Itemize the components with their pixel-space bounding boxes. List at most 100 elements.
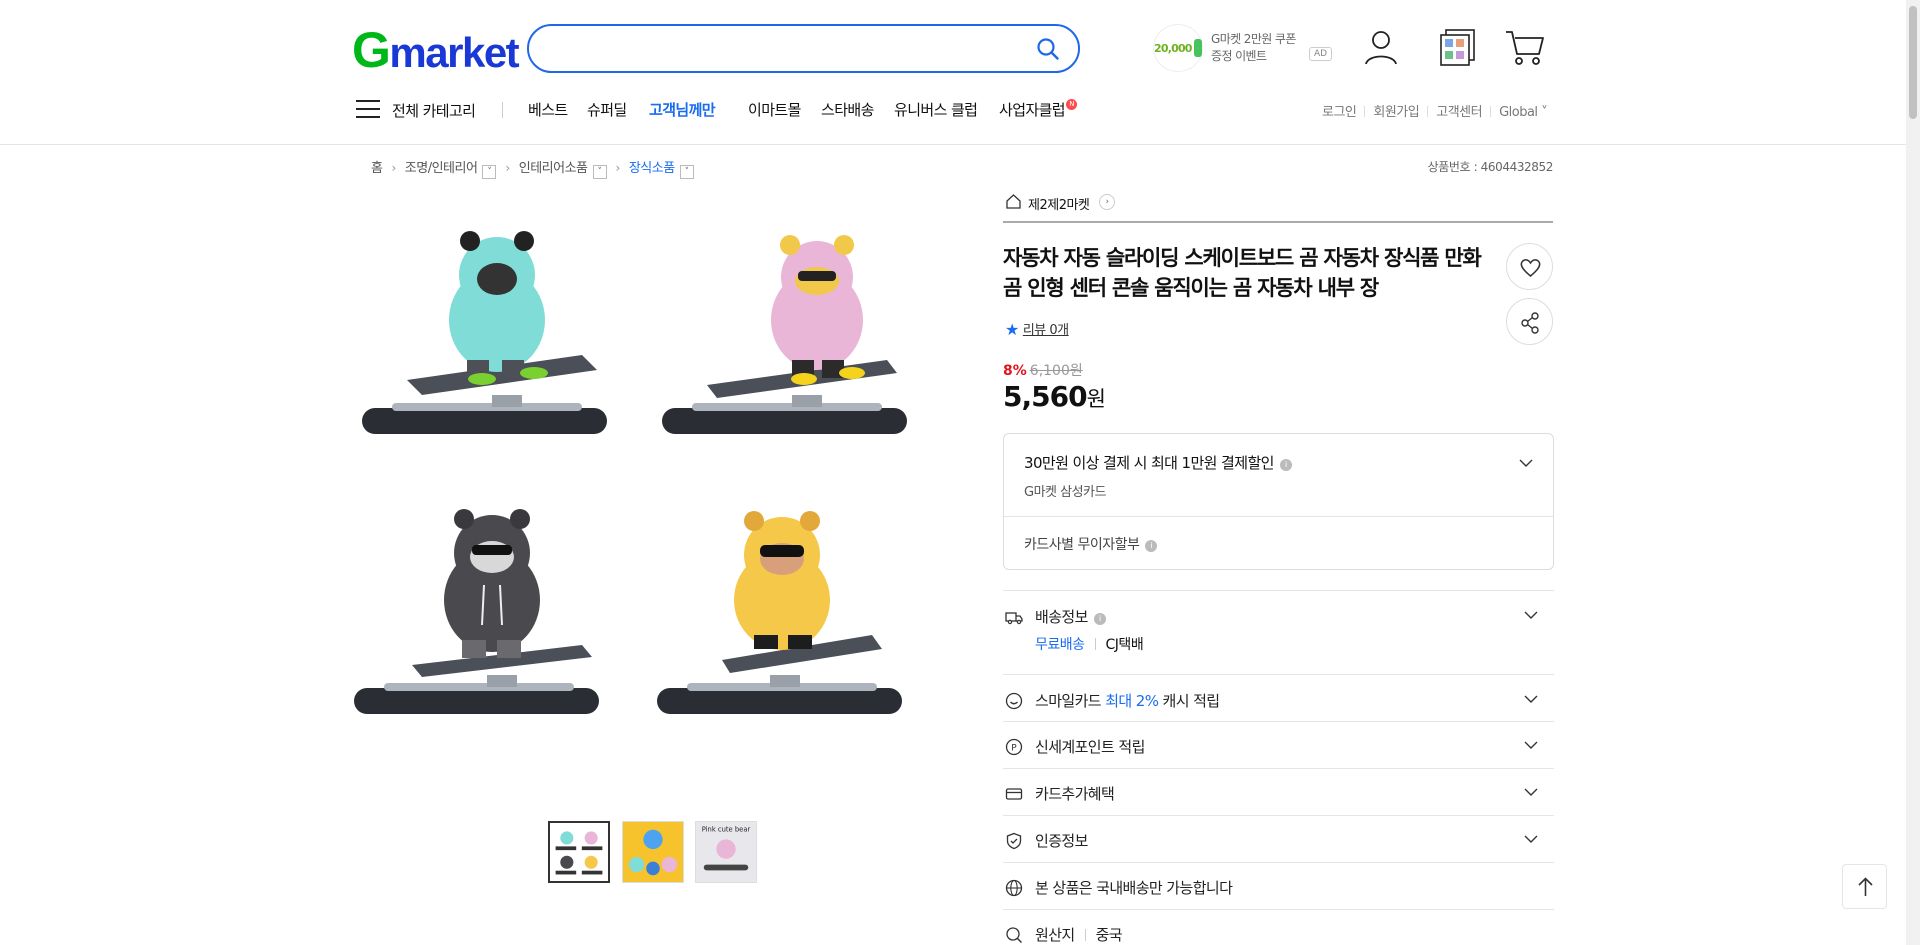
search-bar: [527, 24, 1080, 73]
chevron-down-icon[interactable]: [1519, 456, 1533, 470]
chevron-down-icon[interactable]: [1524, 692, 1538, 706]
chevron-down-icon[interactable]: [1524, 832, 1538, 846]
login-link[interactable]: 로그인: [1322, 105, 1357, 120]
shield-check-icon: [1006, 832, 1022, 850]
site-header: Gmarket 20,000 G마켓 2만원 쿠폰 증정 이벤트 AD 전체 카테…: [0, 0, 1906, 145]
card-discount-box[interactable]: 30만원 이상 결제 시 최대 1만원 결제할인 i G마켓 삼성카드 카드사별 …: [1003, 433, 1554, 570]
thumbnail-3-caption: Pink cute bear: [702, 826, 751, 834]
customer-center-link[interactable]: 고객센터: [1436, 105, 1482, 120]
shipping-label: 배송정보 i: [1035, 606, 1106, 627]
breadcrumb-decor[interactable]: 장식소품: [629, 161, 675, 176]
smile-icon: [1005, 692, 1023, 710]
shop-name: 제2제2마켓: [1028, 198, 1090, 213]
heart-icon: [1520, 259, 1541, 277]
ssg-point-row[interactable]: P 신세계포인트 적립: [1003, 721, 1554, 768]
signup-link[interactable]: 회원가입: [1373, 105, 1419, 120]
card-discount-text: 30만원 이상 결제 시 최대 1만원 결제할인: [1024, 454, 1274, 472]
menu-icon[interactable]: [356, 100, 380, 120]
coupon-pill-icon: [1193, 39, 1202, 57]
page-scrollbar[interactable]: [1906, 0, 1920, 945]
breadcrumb-interior[interactable]: 인테리어소품: [519, 161, 588, 176]
installment-text: 카드사별 무이자할부: [1024, 537, 1140, 553]
wishlist-button[interactable]: [1506, 243, 1553, 290]
original-price: 6,100원: [1029, 363, 1083, 379]
installment-info: 카드사별 무이자할부 i: [1024, 534, 1158, 554]
product-number: 상품번호 : 4604432852: [1427, 160, 1554, 174]
share-icon: [1521, 312, 1539, 334]
smilecard-row[interactable]: 스마일카드 최대 2% 캐시 적립: [1003, 674, 1554, 721]
info-icon[interactable]: i: [1093, 613, 1106, 625]
coupon-amount: 20,000: [1154, 41, 1192, 55]
magnifier-icon: [1006, 927, 1022, 943]
thumbnail-2[interactable]: [622, 821, 684, 883]
share-button[interactable]: [1506, 298, 1553, 345]
gmarket-logo[interactable]: Gmarket: [352, 25, 520, 75]
origin-row: 원산지 중국: [1003, 909, 1554, 945]
card-extra-label: 카드추가혜택: [1035, 785, 1115, 803]
review-link[interactable]: ★ 리뷰 0개: [1005, 319, 1069, 339]
ssg-point-label: 신세계포인트 적립: [1035, 738, 1145, 756]
search-input[interactable]: [549, 36, 1009, 62]
search-icon[interactable]: [1036, 37, 1060, 61]
origin-label-text: 원산지: [1035, 926, 1075, 944]
nav-item-emart[interactable]: 이마트몰: [748, 99, 801, 120]
smilecard-label: 스마일카드 최대 2% 캐시 적립: [1035, 690, 1220, 711]
origin-value: 중국: [1095, 926, 1123, 944]
coupon-banner[interactable]: 20,000 G마켓 2만원 쿠폰 증정 이벤트 AD: [1153, 24, 1333, 72]
thumbnail-1[interactable]: [548, 821, 610, 883]
nav-item-superdeal[interactable]: 슈퍼딜: [587, 99, 627, 120]
review-count: 리뷰 0개: [1022, 323, 1069, 338]
sale-price: 5,560원: [1003, 380, 1106, 413]
price-unit: 원: [1086, 387, 1106, 411]
global-link[interactable]: Global: [1499, 105, 1538, 120]
home-icon: [1006, 194, 1021, 209]
nav-item-for-you[interactable]: 고객님께만: [649, 99, 716, 120]
point-icon: P: [1005, 738, 1023, 756]
scrollbar-thumb[interactable]: [1909, 6, 1917, 119]
cart-icon[interactable]: [1504, 26, 1546, 68]
chevron-down-icon[interactable]: ˅: [679, 165, 694, 179]
nav-item-star-delivery[interactable]: 스타배송: [821, 99, 874, 120]
nav-item-universe-club[interactable]: 유니버스 클럽: [894, 99, 978, 120]
info-icon[interactable]: i: [1145, 540, 1158, 552]
info-icon[interactable]: i: [1279, 459, 1292, 471]
nav-item-best[interactable]: 베스트: [528, 99, 568, 120]
discount-info: 8% 6,100원: [1003, 360, 1083, 380]
chevron-down-icon[interactable]: ˅: [482, 165, 497, 179]
user-icon[interactable]: [1360, 26, 1402, 68]
chevron-down-icon[interactable]: [1524, 608, 1538, 622]
product-main-image[interactable]: [352, 205, 952, 735]
breadcrumb-home[interactable]: 홈: [371, 161, 383, 176]
chevron-right-icon: ›: [1099, 194, 1115, 210]
scroll-to-top-button[interactable]: [1842, 864, 1887, 909]
globe-icon: [1005, 879, 1023, 897]
recent-items-icon[interactable]: [1437, 26, 1479, 68]
breadcrumb-lighting[interactable]: 조명/인테리어: [405, 161, 478, 176]
new-badge: N: [1066, 99, 1078, 110]
certification-row[interactable]: 인증정보: [1003, 815, 1554, 862]
chevron-down-icon[interactable]: [1524, 785, 1538, 799]
free-shipping: 무료배송: [1035, 637, 1085, 653]
product-title: 자동차 자동 슬라이딩 스케이트보드 곰 자동차 장식품 만화 곰 인형 센터 …: [1003, 246, 1482, 300]
nav-divider: [502, 102, 503, 118]
origin-label: 원산지 중국: [1035, 924, 1123, 945]
shipping-detail: 무료배송 CJ택배: [1035, 634, 1144, 654]
breadcrumb: 홈 › 조명/인테리어 ˅ › 인테리어소품 ˅ › 장식소품 ˅: [371, 157, 694, 179]
domestic-only-row: 본 상품은 국내배송만 가능합니다: [1003, 862, 1554, 909]
coupon-line1: G마켓 2만원 쿠폰: [1211, 32, 1296, 46]
shipping-label-text: 배송정보: [1035, 608, 1088, 626]
discount-rate: 8%: [1003, 363, 1027, 379]
card-extra-row[interactable]: 카드추가혜택: [1003, 768, 1554, 815]
price-value: 5,560: [1003, 380, 1088, 413]
smilecard-post: 캐시 적립: [1162, 692, 1221, 710]
chevron-down-icon[interactable]: ˅: [592, 165, 607, 179]
all-categories-button[interactable]: 전체 카테고리: [392, 100, 476, 121]
shipping-row[interactable]: 배송정보 i 무료배송 CJ택배: [1003, 590, 1554, 666]
thumbnail-3[interactable]: Pink cute bear: [695, 821, 757, 883]
utility-links: 로그인 회원가입 고객센터 Global ˅: [1322, 101, 1548, 120]
card-icon: [1005, 788, 1023, 800]
smilecard-rate: 최대 2%: [1105, 692, 1159, 710]
chevron-down-icon[interactable]: [1524, 738, 1538, 752]
shop-link[interactable]: 제2제2마켓 ›: [1003, 190, 1553, 223]
nav-item-business-club[interactable]: 사업자클럽 N: [999, 99, 1078, 120]
